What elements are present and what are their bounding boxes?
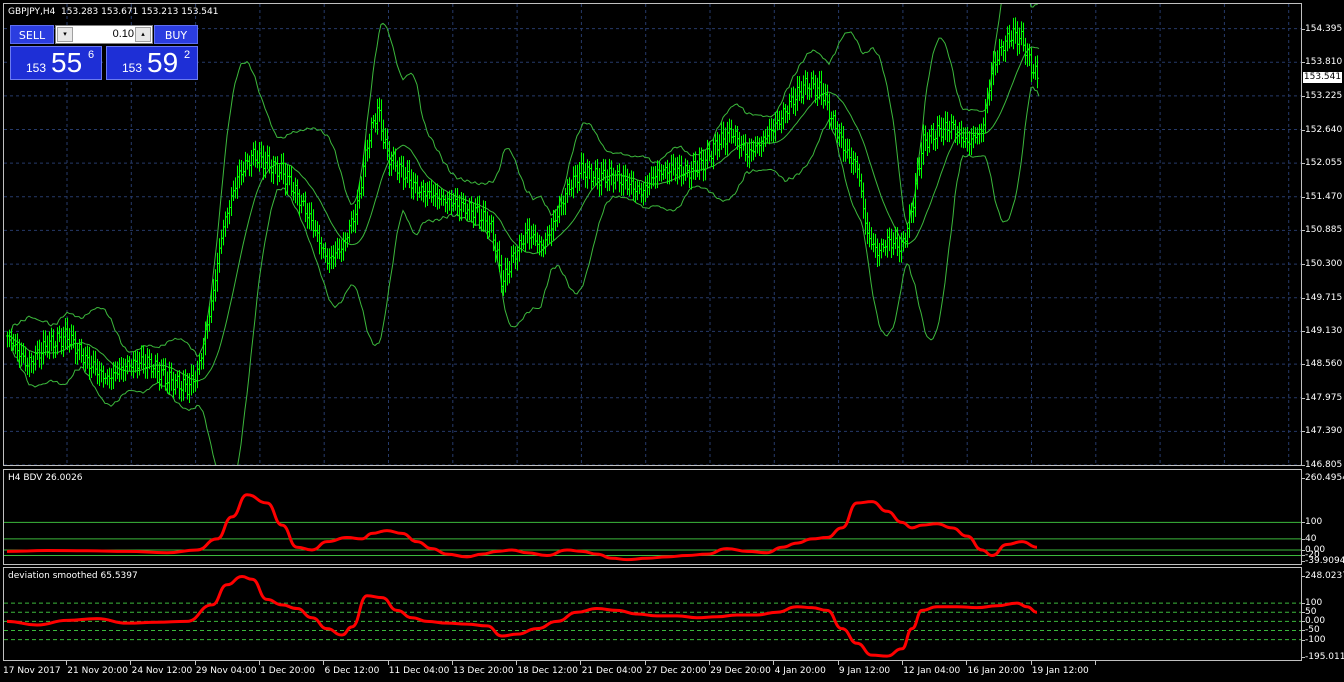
time-axis-tick xyxy=(387,661,389,665)
price-axis-label: 152.055 xyxy=(1305,158,1343,169)
time-axis-tick xyxy=(709,661,710,665)
time-axis-tick xyxy=(966,661,968,665)
band-lower-line xyxy=(8,86,1040,465)
indicator-axis-label: 40 xyxy=(1305,533,1317,544)
buy-button[interactable]: BUY xyxy=(154,25,198,44)
time-axis-label: 6 Dec 12:00 xyxy=(324,666,380,676)
time-axis-label: 4 Jan 20:00 xyxy=(774,666,826,676)
time-axis-tick xyxy=(323,661,325,665)
time-axis-tick xyxy=(66,661,67,665)
indicator-axis-label: 248.0237 xyxy=(1305,571,1344,581)
time-axis-tick xyxy=(837,661,839,665)
time-axis-label: 1 Dec 20:00 xyxy=(260,666,315,676)
deviation-indicator-pane[interactable]: deviation smoothed 65.5397 xyxy=(3,567,1302,661)
price-axis-label: 147.390 xyxy=(1305,426,1343,437)
time-axis-tick xyxy=(130,661,132,665)
time-axis[interactable]: 17 Nov 2017 21 Nov 20:00 24 Nov 12:00 29 No… xyxy=(3,661,1302,682)
chart-grid xyxy=(4,4,1301,465)
indicator-axis-label: 100 xyxy=(1305,517,1323,528)
price-chart-canvas[interactable] xyxy=(4,4,1301,465)
time-axis-tick xyxy=(580,661,582,665)
time-axis-label: 9 Jan 12:00 xyxy=(838,666,891,676)
time-axis-label: 17 Nov 2017 xyxy=(3,666,61,676)
price-axis-label: 147.975 xyxy=(1305,392,1343,403)
sell-price-prefix: 153 xyxy=(26,61,47,75)
indicator-line xyxy=(6,575,1038,658)
sell-price-button[interactable]: 153 55 6 xyxy=(10,46,102,80)
time-axis-tick xyxy=(773,661,775,665)
buy-price-button[interactable]: 153 59 2 xyxy=(106,46,198,80)
buy-price-fraction: 2 xyxy=(184,49,191,61)
sell-price-pips: 55 xyxy=(51,47,83,78)
time-axis-tick xyxy=(258,661,260,665)
time-axis-label: 13 Dec 20:00 xyxy=(453,666,514,676)
lot-size-field[interactable]: ▾ 0.10 ▴ xyxy=(55,25,153,44)
sell-price-fraction: 6 xyxy=(88,49,95,61)
indicator-axis-label: -100 xyxy=(1305,634,1326,645)
time-axis-tick xyxy=(644,661,646,665)
price-axis-label: 152.640 xyxy=(1305,124,1343,135)
price-axis-label: 154.395 xyxy=(1305,23,1343,34)
time-axis-label: 16 Jan 20:00 xyxy=(967,666,1025,676)
lot-decrease-button[interactable]: ▾ xyxy=(57,27,73,42)
time-axis-label: 11 Dec 04:00 xyxy=(388,666,450,676)
time-axis-tick xyxy=(901,661,903,665)
time-axis-label: 29 Nov 04:00 xyxy=(195,666,257,676)
time-axis-tick xyxy=(516,661,518,665)
bdv-indicator-title: H4 BDV 26.0026 xyxy=(8,473,83,483)
bdv-axis[interactable]: 260.4954 100 40 0.00 -20 -39.9094 xyxy=(1302,469,1344,566)
bdv-indicator-pane[interactable]: H4 BDV 26.0026 xyxy=(3,469,1302,565)
sell-button[interactable]: SELL xyxy=(10,25,54,44)
buy-price-pips: 59 xyxy=(147,47,179,78)
price-axis-label: 153.225 xyxy=(1305,90,1343,101)
indicator-axis-label: -39.9094 xyxy=(1305,556,1344,566)
time-axis-tick xyxy=(1030,661,1032,665)
indicator-axis-label: 260.4954 xyxy=(1305,473,1344,483)
price-axis-label: 149.715 xyxy=(1305,292,1343,303)
bdv-indicator-canvas[interactable] xyxy=(4,470,1301,564)
deviation-axis[interactable]: 248.0237100500.00-50-100-195.0114 xyxy=(1302,567,1344,662)
band-middle-line xyxy=(8,46,1040,382)
time-axis-tick xyxy=(194,661,196,665)
deviation-indicator-canvas[interactable] xyxy=(4,568,1301,660)
deviation-indicator-title: deviation smoothed 65.5397 xyxy=(8,571,138,581)
lot-increase-button[interactable]: ▴ xyxy=(135,27,151,42)
time-axis-label: 21 Dec 04:00 xyxy=(581,666,643,676)
price-axis-label: 153.810 xyxy=(1305,57,1343,68)
buy-price-prefix: 153 xyxy=(122,61,143,75)
price-axis-label: 150.885 xyxy=(1305,225,1343,236)
current-price-label: 153.541 xyxy=(1303,71,1342,83)
time-axis-label: 12 Jan 04:00 xyxy=(903,666,961,676)
price-axis-label: 149.130 xyxy=(1305,326,1343,337)
time-axis-tick xyxy=(451,661,453,665)
time-axis-label: 19 Jan 12:00 xyxy=(1031,666,1089,676)
chart-symbol-title: GBPJPY,H4 153.283 153.671 153.213 153.54… xyxy=(8,7,219,17)
time-axis-label: 27 Dec 20:00 xyxy=(646,666,707,676)
time-axis-label: 29 Dec 20:00 xyxy=(710,666,771,676)
one-click-trading-panel: SELL ▾ 0.10 ▴ BUY 153 55 6 153 59 2 xyxy=(10,25,198,80)
price-axis-label: 148.560 xyxy=(1305,359,1343,370)
price-axis-label: 150.300 xyxy=(1305,259,1343,270)
time-axis-label: 18 Dec 12:00 xyxy=(517,666,578,676)
time-axis-label: 21 Nov 20:00 xyxy=(67,666,128,676)
price-chart-pane[interactable]: GBPJPY,H4 153.283 153.671 153.213 153.54… xyxy=(3,3,1302,466)
time-axis-tick xyxy=(1094,661,1096,665)
lot-size-value[interactable]: 0.10 xyxy=(74,26,134,43)
time-axis-label: 24 Nov 12:00 xyxy=(131,666,193,676)
price-axis-label: 151.470 xyxy=(1305,191,1343,202)
indicator-axis-label: -195.0114 xyxy=(1305,652,1344,662)
